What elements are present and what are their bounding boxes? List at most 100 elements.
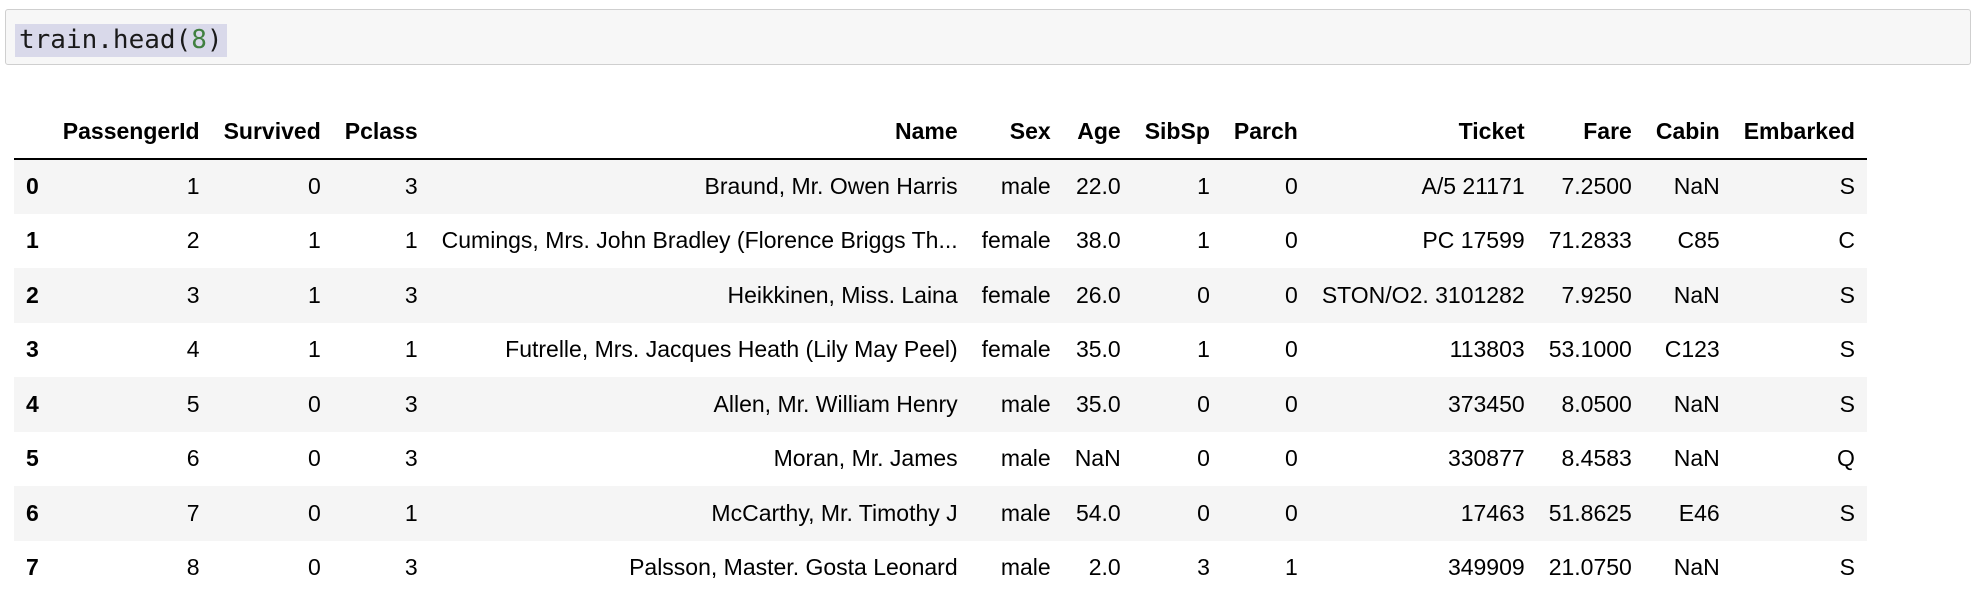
table-cell: S	[1839, 554, 1855, 581]
table-cell: 1	[186, 173, 200, 200]
column-header: SibSp	[1132, 104, 1222, 160]
table-cell: NaN	[1673, 281, 1720, 308]
column-header: PassengerId	[50, 104, 212, 160]
table-cell: 7.9250	[1561, 281, 1632, 308]
table-row: 7 8 0 3 Palsson, Master. Gosta Leonard male 2.…	[14, 541, 1867, 596]
table-cell: 0	[1285, 390, 1298, 417]
table-cell: 0	[1197, 445, 1210, 472]
table-cell: 3	[1197, 554, 1210, 581]
table-header-row: PassengerId Survived Pclass Name Sex Age SibSp…	[14, 104, 1867, 160]
table-cell: 113803	[1449, 336, 1525, 363]
table-row: 4 5 0 3 Allen, Mr. William Henry male 35.0 0 0 37…	[14, 377, 1867, 432]
row-index: 0	[26, 173, 39, 200]
table-cell: Futrelle, Mrs. Jacques Heath (Lily May P…	[505, 336, 958, 363]
table-cell: 35.0	[1075, 336, 1121, 363]
table-cell: 3	[404, 281, 418, 308]
table-cell: 1	[307, 336, 321, 363]
row-index: 5	[26, 445, 39, 472]
table-body: 0 1 0 3 Braund, Mr. Owen Harris male 22.0 1 0 A/5…	[14, 159, 1867, 595]
table-cell: 26.0	[1075, 281, 1121, 308]
table-cell: 0	[307, 499, 321, 526]
table-cell: 0	[307, 445, 321, 472]
table-cell: 0	[1197, 499, 1210, 526]
code-close-paren: )	[206, 25, 223, 55]
table-cell: 35.0	[1075, 390, 1121, 417]
table-cell: male	[1000, 390, 1051, 417]
table-cell: 8.0500	[1561, 390, 1632, 417]
table-cell: female	[981, 281, 1051, 308]
table-cell: S	[1839, 336, 1855, 363]
table-cell: 38.0	[1075, 227, 1121, 254]
column-header: Name	[429, 104, 970, 160]
table-cell: Moran, Mr. James	[773, 445, 958, 472]
table-cell: male	[1000, 554, 1051, 581]
table-cell: 3	[186, 281, 200, 308]
table-cell: 3	[404, 173, 418, 200]
table-cell: 0	[307, 173, 321, 200]
table-cell: C85	[1677, 227, 1720, 254]
table-cell: 0	[307, 390, 321, 417]
table-cell: 330877	[1447, 445, 1525, 472]
table-cell: 0	[307, 554, 321, 581]
table-cell: 0	[1285, 445, 1298, 472]
table-cell: 8	[186, 554, 200, 581]
code-argument: 8	[191, 25, 207, 55]
table-cell: Heikkinen, Miss. Laina	[727, 281, 958, 308]
table-cell: 373450	[1447, 390, 1525, 417]
table-cell: 3	[404, 390, 418, 417]
table-cell: 2	[186, 227, 200, 254]
column-header: Sex	[969, 104, 1063, 160]
table-cell: 7	[186, 499, 200, 526]
table-cell: 1	[404, 336, 418, 363]
table-cell: male	[1000, 499, 1051, 526]
row-index: 6	[26, 499, 39, 526]
table-cell: McCarthy, Mr. Timothy J	[711, 499, 958, 526]
table-cell: 8.4583	[1561, 445, 1632, 472]
table-cell: NaN	[1673, 173, 1720, 200]
table-cell: 1	[1197, 227, 1210, 254]
table-cell: STON/O2. 3101282	[1321, 281, 1525, 308]
table-cell: S	[1839, 390, 1855, 417]
table-cell: female	[981, 227, 1051, 254]
table-cell: male	[1000, 173, 1051, 200]
table-cell: 0	[1285, 173, 1298, 200]
row-index: 7	[26, 554, 39, 581]
index-header	[14, 104, 51, 160]
table-cell: PC 17599	[1422, 227, 1525, 254]
row-index: 1	[26, 227, 39, 254]
code-cell[interactable]: train.head(8)	[5, 9, 1971, 65]
table-cell: 4	[186, 336, 200, 363]
table-cell: 0	[1285, 499, 1298, 526]
table-cell: 7.2500	[1561, 173, 1632, 200]
row-index: 2	[26, 281, 39, 308]
table-cell: Braund, Mr. Owen Harris	[704, 173, 958, 200]
table-cell: 0	[1285, 336, 1298, 363]
table-cell: NaN	[1673, 390, 1720, 417]
table-cell: 0	[1197, 281, 1210, 308]
table-cell: 1	[1197, 173, 1210, 200]
table-cell: 21.0750	[1548, 554, 1632, 581]
table-cell: NaN	[1074, 445, 1121, 472]
column-header: Age	[1062, 104, 1133, 160]
code-call: train.head(	[19, 25, 192, 55]
row-index: 4	[26, 390, 39, 417]
table-row: 6 7 0 1 McCarthy, Mr. Timothy J male 54.0 0 0 174…	[14, 486, 1867, 541]
table-cell: 0	[1285, 227, 1298, 254]
table-cell: 1	[404, 227, 418, 254]
table-cell: 1	[307, 281, 321, 308]
table-row: 2 3 1 3 Heikkinen, Miss. Laina female 26.0 0 0 ST…	[14, 268, 1867, 323]
table-cell: Palsson, Master. Gosta Leonard	[629, 554, 958, 581]
column-header: Ticket	[1309, 104, 1537, 160]
dataframe-table: PassengerId Survived Pclass Name Sex Age SibSp…	[14, 104, 1867, 595]
table-cell: 54.0	[1075, 499, 1121, 526]
table-cell: 6	[186, 445, 200, 472]
table-cell: Q	[1837, 445, 1855, 472]
table-cell: 51.8625	[1548, 499, 1632, 526]
table-cell: Cumings, Mrs. John Bradley (Florence Bri…	[441, 227, 958, 254]
table-row: 0 1 0 3 Braund, Mr. Owen Harris male 22.0 1 0 A/5…	[14, 159, 1867, 214]
code-input[interactable]: train.head(8)	[15, 24, 227, 57]
table-cell: A/5 21171	[1421, 173, 1525, 200]
table-cell: C123	[1664, 336, 1720, 363]
table-cell: 3	[404, 445, 418, 472]
cell-output: PassengerId Survived Pclass Name Sex Age SibSp…	[14, 104, 1867, 595]
